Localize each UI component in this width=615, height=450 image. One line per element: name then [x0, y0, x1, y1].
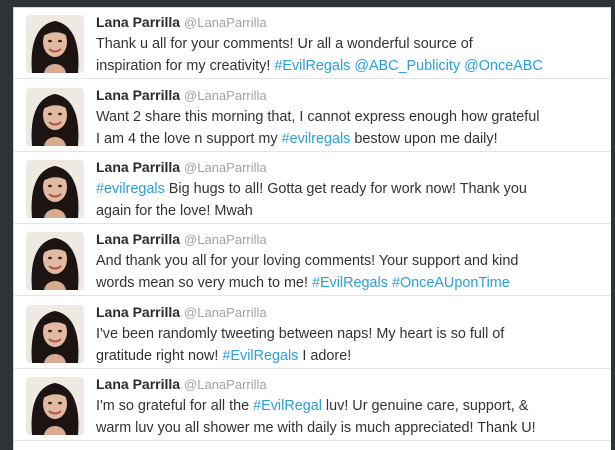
tweet[interactable]: Lana Parrilla @LanaParrilla And thank you …	[14, 225, 611, 296]
author-handle[interactable]: @LanaParrilla	[184, 15, 267, 30]
hashtag-link[interactable]: #evilregals	[96, 181, 165, 197]
tweet-feed: Lana Parrilla @LanaParrilla Thank u all fo…	[13, 7, 611, 450]
tweet[interactable]: Lana Parrilla @LanaParrilla I've been rand…	[14, 298, 611, 369]
text-segment: And thank you all for your loving commen…	[96, 253, 519, 269]
avatar[interactable]	[26, 232, 84, 290]
hashtag-link[interactable]: #evilregals	[282, 131, 351, 147]
avatar[interactable]	[26, 15, 84, 73]
text-segment: Big hugs to all! Gotta get ready for wor…	[164, 181, 527, 197]
author-handle[interactable]: @LanaParrilla	[184, 377, 267, 392]
hashtag-link[interactable]: #EvilRegals	[312, 275, 388, 291]
avatar[interactable]	[26, 305, 84, 363]
author-name[interactable]: Lana Parrilla	[96, 14, 180, 30]
author-name[interactable]: Lana Parrilla	[96, 304, 180, 320]
author-name[interactable]: Lana Parrilla	[96, 159, 180, 175]
text-segment: I'm so grateful for all the	[96, 398, 254, 414]
tweet[interactable]: Lana Parrilla @LanaParrilla Want 2 share t…	[14, 81, 611, 152]
avatar[interactable]	[26, 88, 84, 146]
tweet-text-line: I am 4 the love n support my #evilregals…	[96, 129, 611, 149]
author-handle[interactable]: @LanaParrilla	[184, 160, 267, 175]
text-segment: inspiration for my creativity!	[96, 58, 275, 74]
tweet-text-line: warm luv you all shower me with daily is…	[96, 418, 611, 438]
tweet-text-line: Thank u all for your comments! Ur all a …	[96, 34, 611, 54]
avatar[interactable]	[26, 160, 84, 218]
mention-link[interactable]: @ABC_Publicity	[354, 58, 460, 74]
hashtag-link[interactable]: #OnceAUponTime	[392, 275, 510, 291]
text-segment: words mean so very much to me!	[96, 275, 312, 291]
tweet-text-line: Want 2 share this morning that, I cannot…	[96, 107, 611, 127]
text-segment: Thank u all for your comments! Ur all a …	[96, 36, 473, 52]
avatar[interactable]	[26, 377, 84, 435]
tweet-text-line: gratitude right now! #EvilRegals I adore…	[96, 346, 611, 366]
mention-link[interactable]: @OnceABC	[464, 58, 543, 74]
author-name[interactable]: Lana Parrilla	[96, 87, 180, 103]
tweet-text-line: #evilregals Big hugs to all! Gotta get r…	[96, 179, 611, 199]
author-handle[interactable]: @LanaParrilla	[184, 305, 267, 320]
text-segment: bestow upon me daily!	[350, 131, 498, 147]
tweet[interactable]: Lana Parrilla @LanaParrilla Thank u all fo…	[14, 8, 611, 79]
tweet-text-line: words mean so very much to me! #EvilRega…	[96, 273, 611, 293]
hashtag-link[interactable]: #EvilRegals	[274, 58, 350, 74]
text-segment: warm luv you all shower me with daily is…	[96, 420, 536, 436]
tweet-text-line: again for the love! Mwah	[96, 201, 611, 221]
tweet[interactable]: Lana Parrilla @LanaParrilla I'm so gratefu…	[14, 370, 611, 441]
tweet-text-line: inspiration for my creativity! #EvilRega…	[96, 56, 611, 76]
tweet[interactable]: Lana Parrilla @LanaParrilla #evilregals Bi…	[14, 153, 611, 224]
author-handle[interactable]: @LanaParrilla	[184, 232, 267, 247]
text-segment: I've been randomly tweeting between naps…	[96, 326, 505, 342]
text-segment: Want 2 share this morning that, I cannot…	[96, 109, 540, 125]
tweet-text-line: I've been randomly tweeting between naps…	[96, 324, 611, 344]
author-name[interactable]: Lana Parrilla	[96, 376, 180, 392]
text-segment: I am 4 the love n support my	[96, 131, 282, 147]
hashtag-link[interactable]: #EvilRegals	[222, 348, 298, 364]
hashtag-link[interactable]: #EvilRegal	[253, 398, 322, 414]
text-segment: gratitude right now!	[96, 348, 223, 364]
text-segment: luv! Ur genuine care, support, &	[321, 398, 529, 414]
author-name[interactable]: Lana Parrilla	[96, 231, 180, 247]
author-handle[interactable]: @LanaParrilla	[184, 88, 267, 103]
text-segment: I adore!	[298, 348, 352, 364]
tweet-text-line: And thank you all for your loving commen…	[96, 251, 611, 271]
text-segment: again for the love! Mwah	[96, 203, 253, 219]
tweet-text-line: I'm so grateful for all the #EvilRegal l…	[96, 396, 611, 416]
